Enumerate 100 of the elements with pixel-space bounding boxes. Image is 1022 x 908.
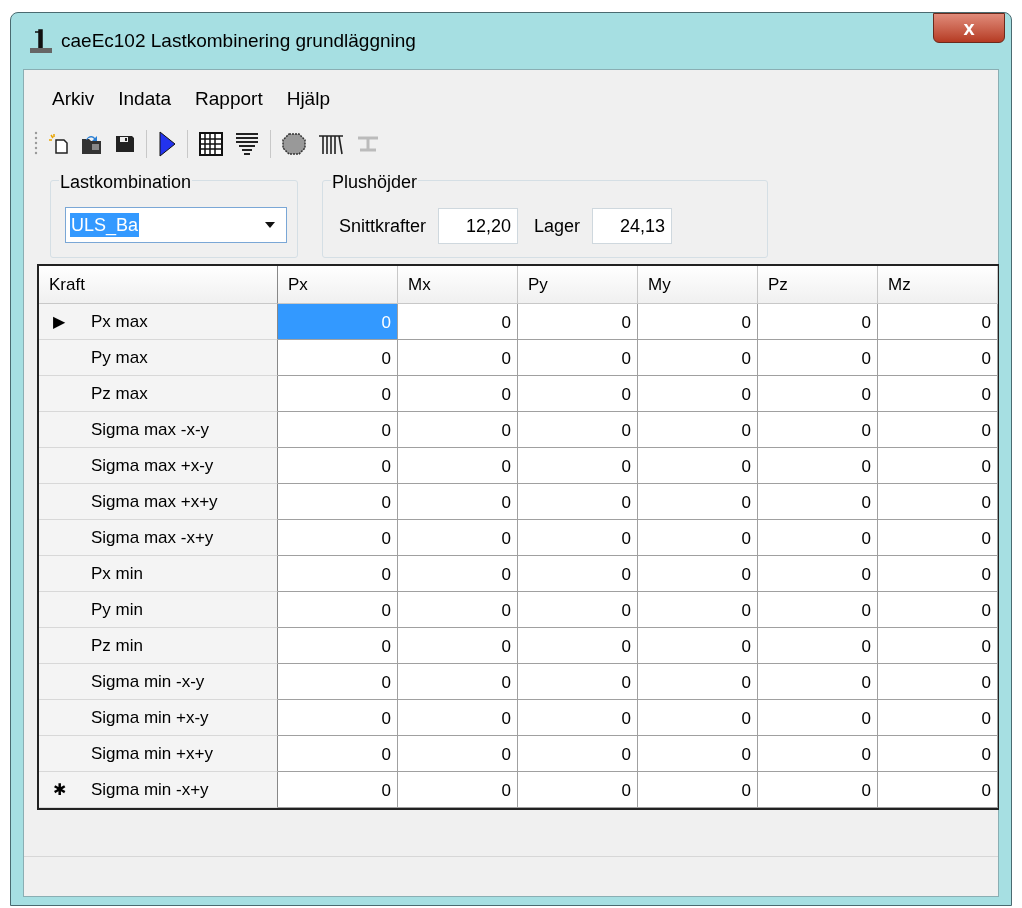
row-header[interactable]: Py min [39,592,278,628]
table-cell[interactable]: 0 [518,304,638,340]
table-cell[interactable]: 0 [758,772,878,808]
table-cell[interactable]: 0 [398,376,518,412]
table-cell[interactable]: 0 [278,772,398,808]
table-cell[interactable]: 0 [278,520,398,556]
row-header[interactable]: Sigma max +x-y [39,448,278,484]
column-header[interactable]: Mz [878,266,998,304]
table-cell[interactable]: 0 [638,304,758,340]
table-cell[interactable]: 0 [878,448,998,484]
play-icon[interactable] [157,131,177,157]
table-cell[interactable]: 0 [278,556,398,592]
table-cell[interactable]: 0 [518,412,638,448]
save-icon[interactable] [114,133,136,155]
menu-item[interactable]: Arkiv [44,84,103,114]
table-cell[interactable]: 0 [398,556,518,592]
table-cell[interactable]: 0 [278,664,398,700]
table-cell[interactable]: 0 [278,628,398,664]
table-cell[interactable]: 0 [638,628,758,664]
table-cell[interactable]: 0 [518,376,638,412]
table-cell[interactable]: 0 [878,628,998,664]
table-cell[interactable]: 0 [638,412,758,448]
table-cell[interactable]: 0 [638,592,758,628]
table-cell[interactable]: 0 [878,664,998,700]
table-cell[interactable]: 0 [398,700,518,736]
row-header[interactable]: Sigma min +x-y [39,700,278,736]
table-cell[interactable]: 0 [638,484,758,520]
table-cell[interactable]: 0 [638,772,758,808]
table-cell[interactable]: 0 [638,736,758,772]
row-header[interactable]: Sigma max -x-y [39,412,278,448]
row-header[interactable]: ✱ Sigma min -x+y [39,772,278,808]
columns-icon[interactable] [317,132,345,156]
table-cell[interactable]: 0 [758,556,878,592]
table-cell[interactable]: 0 [758,412,878,448]
new-file-icon[interactable] [48,133,70,155]
dropdown-arrow-icon[interactable] [264,221,276,229]
table-cell[interactable]: 0 [518,556,638,592]
table-cell[interactable]: 0 [878,700,998,736]
table-cell[interactable]: 0 [398,628,518,664]
table-cell[interactable]: 0 [398,340,518,376]
row-header[interactable]: Pz max [39,376,278,412]
table-cell[interactable]: 0 [398,520,518,556]
table-cell[interactable]: 0 [518,700,638,736]
table-cell[interactable]: 0 [518,340,638,376]
column-header[interactable]: Kraft [39,266,278,304]
table-cell[interactable]: 0 [638,520,758,556]
table-cell[interactable]: 0 [278,592,398,628]
octagon-icon[interactable] [281,132,307,156]
table-cell[interactable]: 0 [758,664,878,700]
table-cell[interactable]: 0 [638,448,758,484]
close-button[interactable]: x [933,13,1005,43]
table-cell[interactable]: 0 [758,484,878,520]
table-cell[interactable]: 0 [518,484,638,520]
table-cell[interactable]: 0 [758,340,878,376]
column-header[interactable]: Px [278,266,398,304]
menu-item[interactable]: Rapport [187,84,271,114]
table-cell[interactable]: 0 [278,484,398,520]
table-cell[interactable]: 0 [638,556,758,592]
table-cell[interactable]: 0 [878,412,998,448]
table-cell[interactable]: 0 [758,736,878,772]
row-header[interactable]: Sigma max -x+y [39,520,278,556]
table-cell[interactable]: 0 [398,448,518,484]
table-cell[interactable]: 0 [758,628,878,664]
menu-item[interactable]: Indata [110,84,180,114]
table-cell[interactable]: 0 [878,736,998,772]
table-cell[interactable]: 0 [518,772,638,808]
input-field[interactable]: 12,20 [438,208,519,244]
table-cell[interactable]: 0 [398,772,518,808]
row-header[interactable]: Py max [39,340,278,376]
row-header[interactable]: Sigma min -x-y [39,664,278,700]
table-cell[interactable]: 0 [878,772,998,808]
table-cell[interactable]: 0 [758,376,878,412]
table-cell[interactable]: 0 [278,412,398,448]
open-folder-icon[interactable] [80,133,104,155]
table-cell[interactable]: 0 [878,340,998,376]
table-cell[interactable]: 0 [518,592,638,628]
column-header[interactable]: Py [518,266,638,304]
menu-item[interactable]: Hjälp [278,84,338,114]
table-cell[interactable]: 0 [758,448,878,484]
row-header[interactable]: Pz min [39,628,278,664]
table-cell[interactable]: 0 [278,340,398,376]
table-cell[interactable]: 0 [398,304,518,340]
table-cell[interactable]: 0 [278,376,398,412]
table-cell[interactable]: 0 [398,664,518,700]
table-cell[interactable]: 0 [638,700,758,736]
column-header[interactable]: My [638,266,758,304]
table-cell[interactable]: 0 [398,412,518,448]
table-cell[interactable]: 0 [638,664,758,700]
table-cell[interactable]: 0 [518,664,638,700]
table-cell[interactable]: 0 [878,376,998,412]
table-cell[interactable]: 0 [878,520,998,556]
column-header[interactable]: Pz [758,266,878,304]
table-cell[interactable]: 0 [518,628,638,664]
table-cell[interactable]: 0 [878,304,998,340]
column-header[interactable]: Mx [398,266,518,304]
row-header[interactable]: Sigma min +x+y [39,736,278,772]
row-header[interactable]: Px min [39,556,278,592]
table-cell[interactable]: 0 [518,736,638,772]
table-cell[interactable]: 0 [758,700,878,736]
table-cell[interactable]: 0 [398,736,518,772]
